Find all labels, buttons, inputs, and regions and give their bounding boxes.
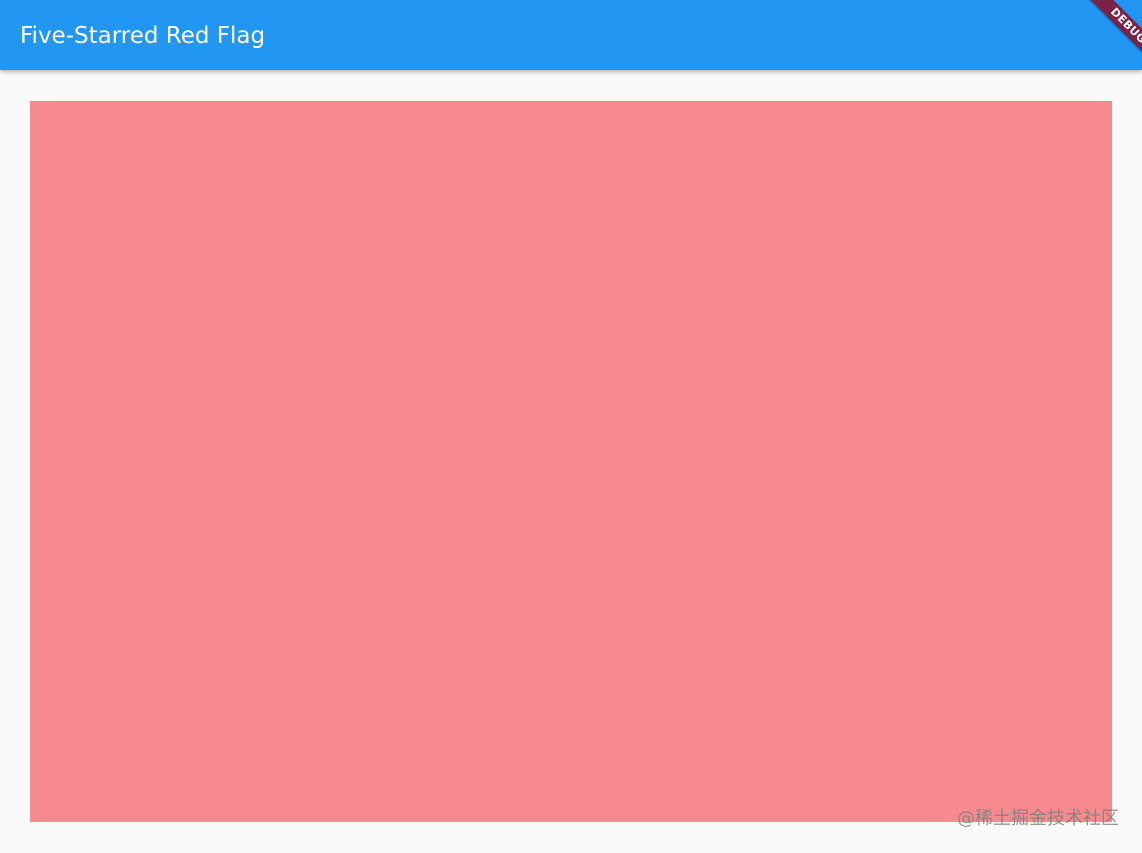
watermark-text: @稀土掘金技术社区: [957, 808, 1119, 829]
flag-canvas: [30, 101, 1112, 822]
app-bar-title: Five-Starred Red Flag: [20, 23, 266, 49]
app-bar: Five-Starred Red Flag: [0, 0, 1142, 70]
